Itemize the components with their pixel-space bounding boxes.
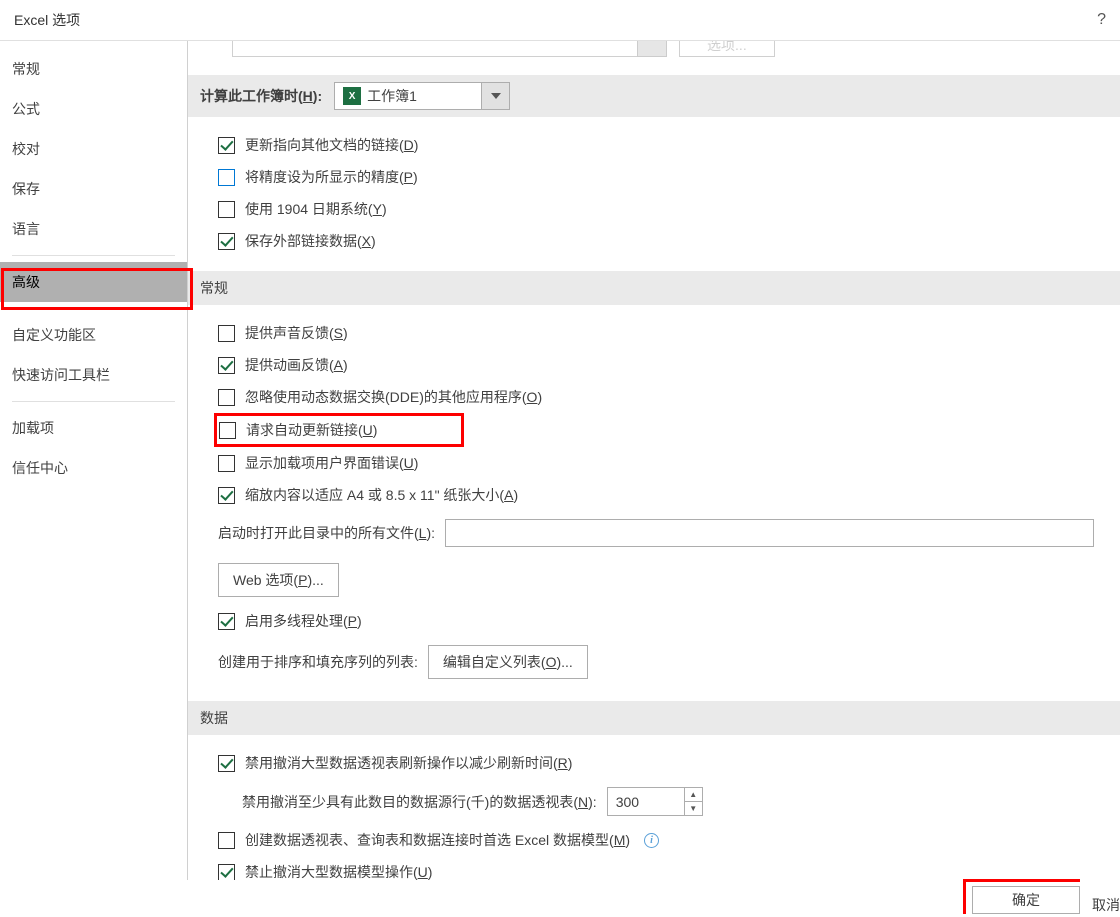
faded-combo[interactable] [232, 41, 638, 57]
sidebar-item-proofing[interactable]: 校对 [0, 129, 187, 169]
pivot-threshold-spinner[interactable]: 300▲▼ [607, 787, 703, 816]
web-options-button[interactable]: Web 选项(P)... [218, 563, 339, 597]
checkbox[interactable] [218, 169, 235, 186]
checkbox-label: 更新指向其他文档的链接(D) [245, 135, 418, 155]
checkbox-label: 使用 1904 日期系统(Y) [245, 199, 387, 219]
checkbox[interactable] [218, 201, 235, 218]
checkbox-label: 创建数据透视表、查询表和数据连接时首选 Excel 数据模型(M) [245, 830, 630, 850]
ok-button[interactable]: 确定 [972, 886, 1080, 914]
sidebar-item-advanced[interactable]: 高级 [0, 262, 187, 302]
footer-bar: 确定 取消 [0, 879, 1120, 917]
checkbox-label: 禁止撤消大型数据模型操作(U) [245, 862, 432, 880]
edit-custom-list-button[interactable]: 编辑自定义列表(O)... [428, 645, 588, 679]
sidebar-item-customize-ribbon[interactable]: 自定义功能区 [0, 315, 187, 355]
calc-option-0[interactable]: 更新指向其他文档的链接(D) [218, 129, 1094, 161]
checkbox-label: 忽略使用动态数据交换(DDE)的其他应用程序(O) [245, 387, 542, 407]
workbook-combo[interactable]: X 工作簿1 [334, 82, 510, 110]
startup-label: 启动时打开此目录中的所有文件(L): [218, 523, 435, 543]
general-option-4[interactable]: 显示加载项用户界面错误(U) [218, 447, 1094, 479]
custom-list-row: 创建用于排序和填充序列的列表: 编辑自定义列表(O)... [218, 637, 1094, 687]
section-calc-label: 计算此工作簿时(H): [200, 86, 322, 106]
startup-files-row: 启动时打开此目录中的所有文件(L): [218, 511, 1094, 555]
checkbox[interactable] [218, 864, 235, 881]
checkbox[interactable] [218, 137, 235, 154]
checkbox-label: 将精度设为所显示的精度(P) [245, 167, 418, 187]
checkbox-label: 启用多线程处理(P) [245, 611, 362, 631]
checkbox[interactable] [218, 613, 235, 630]
faded-button[interactable]: 选项... [679, 41, 775, 57]
spinner-down-icon[interactable]: ▼ [685, 802, 702, 815]
workbook-name: 工作簿1 [367, 86, 417, 106]
checkbox[interactable] [218, 357, 235, 374]
sidebar-item-save[interactable]: 保存 [0, 169, 187, 209]
checkbox-label: 缩放内容以适应 A4 或 8.5 x 11" 纸张大小(A) [245, 485, 518, 505]
checkbox-label: 显示加载项用户界面错误(U) [245, 453, 418, 473]
data-option-disable-undo-datamodel[interactable]: 禁止撤消大型数据模型操作(U) [218, 856, 1094, 880]
general-option-1[interactable]: 提供动画反馈(A) [218, 349, 1094, 381]
window-title: Excel 选项 [14, 10, 80, 30]
checkbox-label: 请求自动更新链接(U) [246, 420, 377, 440]
info-icon[interactable]: i [644, 833, 659, 848]
checkbox[interactable] [218, 755, 235, 772]
sidebar-divider [12, 401, 175, 402]
checkbox[interactable] [218, 455, 235, 472]
sidebar-item-quick-access[interactable]: 快速访问工具栏 [0, 355, 187, 395]
sidebar-item-trust-center[interactable]: 信任中心 [0, 448, 187, 488]
content-panel: 选项... 计算此工作簿时(H): X 工作簿1 更新指向其他文档的链接(D [188, 41, 1120, 880]
checkbox-label: 禁用撤消大型数据透视表刷新操作以减少刷新时间(R) [245, 753, 572, 773]
checkbox-label: 提供声音反馈(S) [245, 323, 348, 343]
help-icon[interactable]: ? [1097, 11, 1106, 29]
sidebar-item-language[interactable]: 语言 [0, 209, 187, 249]
checkbox[interactable] [218, 233, 235, 250]
sidebar-item-formulas[interactable]: 公式 [0, 89, 187, 129]
general-option-2[interactable]: 忽略使用动态数据交换(DDE)的其他应用程序(O) [218, 381, 1094, 413]
sidebar-divider [12, 255, 175, 256]
sidebar-divider [12, 308, 175, 309]
data-option-prefer-data-model[interactable]: 创建数据透视表、查询表和数据连接时首选 Excel 数据模型(M) i [218, 824, 1094, 856]
pivot-threshold-label: 禁用撤消至少具有此数目的数据源行(千)的数据透视表(N): [242, 792, 597, 812]
general-option-0[interactable]: 提供声音反馈(S) [218, 317, 1094, 349]
section-calc-header: 计算此工作簿时(H): X 工作簿1 [188, 75, 1120, 117]
checkbox[interactable] [218, 832, 235, 849]
spinner-value[interactable]: 300 [608, 788, 684, 815]
workbook-combo-button[interactable] [482, 82, 510, 110]
section-general-header: 常规 [188, 271, 1120, 305]
excel-icon: X [343, 87, 361, 105]
spinner-up-icon[interactable]: ▲ [685, 788, 702, 802]
startup-folder-input[interactable] [445, 519, 1094, 547]
calc-option-1[interactable]: 将精度设为所显示的精度(P) [218, 161, 1094, 193]
web-options-row: Web 选项(P)... [218, 555, 1094, 605]
multi-thread-option[interactable]: 启用多线程处理(P) [218, 605, 1094, 637]
checkbox-label: 保存外部链接数据(X) [245, 231, 376, 251]
section-general-label: 常规 [200, 278, 228, 298]
pivot-threshold-row: 禁用撤消至少具有此数目的数据源行(千)的数据透视表(N): 300▲▼ [242, 779, 1094, 824]
checkbox[interactable] [219, 422, 236, 439]
partial-top-row: 选项... [188, 41, 1120, 69]
checkbox[interactable] [218, 487, 235, 504]
calc-option-2[interactable]: 使用 1904 日期系统(Y) [218, 193, 1094, 225]
custom-list-label: 创建用于排序和填充序列的列表: [218, 652, 418, 672]
section-data-label: 数据 [200, 708, 228, 728]
sidebar-item-addins[interactable]: 加载项 [0, 408, 187, 448]
cancel-button-partial[interactable]: 取消 [1092, 895, 1120, 915]
faded-dropdown-button[interactable] [637, 41, 667, 57]
chevron-down-icon [491, 93, 501, 99]
faded-label [214, 41, 218, 45]
checkbox[interactable] [218, 389, 235, 406]
sidebar: 常规 公式 校对 保存 语言 高级 自定义功能区 快速访问工具栏 加载项 信任中… [0, 41, 188, 880]
sidebar-item-general[interactable]: 常规 [0, 49, 187, 89]
ok-button-highlight: 确定 [963, 879, 1080, 914]
checkbox[interactable] [218, 325, 235, 342]
data-option-disable-undo-pivot[interactable]: 禁用撤消大型数据透视表刷新操作以减少刷新时间(R) [218, 747, 1094, 779]
checkbox-label: 提供动画反馈(A) [245, 355, 348, 375]
section-data-header: 数据 [188, 701, 1120, 735]
general-option-5[interactable]: 缩放内容以适应 A4 或 8.5 x 11" 纸张大小(A) [218, 479, 1094, 511]
calc-option-3[interactable]: 保存外部链接数据(X) [218, 225, 1094, 257]
general-option-3[interactable]: 请求自动更新链接(U) [214, 413, 464, 447]
